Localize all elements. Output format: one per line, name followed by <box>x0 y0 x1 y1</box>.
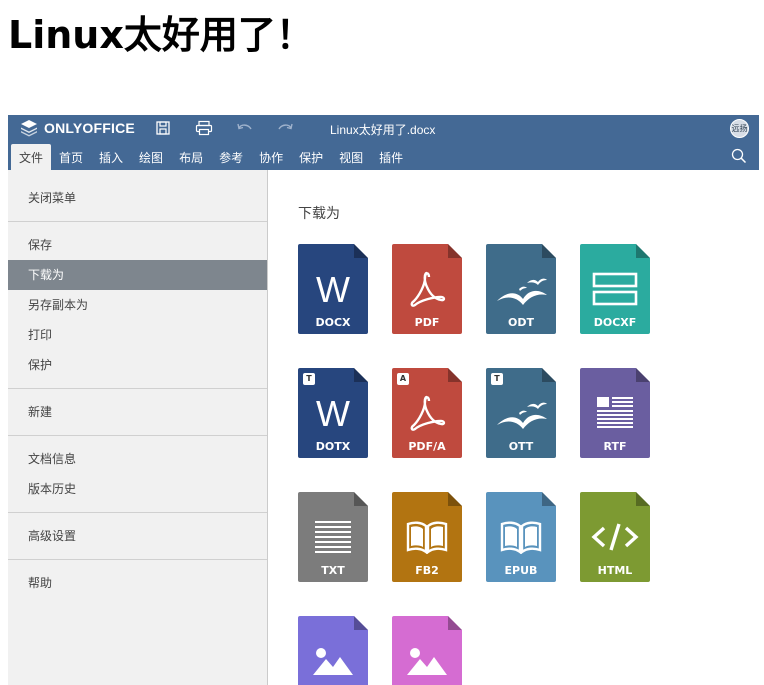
format-ott-button[interactable]: T OTT <box>486 368 556 458</box>
form-glyph-icon <box>580 266 650 312</box>
search-icon[interactable] <box>731 148 747 168</box>
save-icon[interactable] <box>155 120 173 138</box>
sidebar-item-document-info[interactable]: 文档信息 <box>8 444 267 474</box>
format-fb2-button[interactable]: FB2 <box>392 492 462 582</box>
divider <box>8 435 267 436</box>
sidebar-item-save-copy-as[interactable]: 另存副本为 <box>8 290 267 320</box>
format-html-button[interactable]: HTML <box>580 492 650 582</box>
format-label: TXT <box>321 564 345 577</box>
tab-layout[interactable]: 布局 <box>171 144 211 170</box>
format-image-12-button[interactable] <box>298 616 368 685</box>
svg-text:W: W <box>316 269 350 309</box>
onlyoffice-window: ONLYOFFICE Linux太好用了.docx 远扬 文件 首页 插入 绘图… <box>8 115 759 685</box>
tab-home[interactable]: 首页 <box>51 144 91 170</box>
template-badge: T <box>303 373 315 385</box>
divider <box>8 559 267 560</box>
format-label: PDF/A <box>408 440 446 453</box>
format-label: DOTX <box>315 440 351 453</box>
tab-plugins[interactable]: 插件 <box>371 144 411 170</box>
format-label: DOCXF <box>593 316 637 329</box>
format-label: DOCX <box>315 316 351 329</box>
tab-draw[interactable]: 绘图 <box>131 144 171 170</box>
svg-text:W: W <box>316 393 350 433</box>
format-label: RTF <box>603 440 627 453</box>
brand-logo: ONLYOFFICE <box>20 119 135 137</box>
format-label: ODT <box>508 316 534 329</box>
book-glyph-icon <box>392 514 462 560</box>
divider <box>8 221 267 222</box>
pdf-glyph-icon <box>392 266 462 312</box>
format-label: PDF <box>414 316 440 329</box>
template-badge: A <box>397 373 409 385</box>
document-title: Linux太好用了.docx <box>330 123 436 137</box>
format-label: EPUB <box>504 564 538 577</box>
rtf-glyph-icon <box>580 390 650 436</box>
sidebar-item-close-menu[interactable]: 关闭菜单 <box>8 183 267 213</box>
gulls-glyph-icon <box>486 266 556 312</box>
tab-references[interactable]: 参考 <box>211 144 251 170</box>
download-as-panel: 下载为 W DOCX PDF ODT DOCXF W T DOTX A PDF/A T OTT RTF T… <box>268 170 759 685</box>
format-dotx-button[interactable]: W T DOTX <box>298 368 368 458</box>
image-glyph-icon <box>298 638 368 684</box>
user-avatar[interactable]: 远扬 <box>730 119 749 138</box>
sidebar-item-new[interactable]: 新建 <box>8 397 267 427</box>
format-label: FB2 <box>415 564 439 577</box>
format-pdf-button[interactable]: PDF <box>392 244 462 334</box>
tab-insert[interactable]: 插入 <box>91 144 131 170</box>
tab-file[interactable]: 文件 <box>11 144 52 170</box>
tab-collaboration[interactable]: 协作 <box>251 144 291 170</box>
book-glyph-icon <box>486 514 556 560</box>
format-label: HTML <box>597 564 633 577</box>
format-label: OTT <box>508 440 534 453</box>
pdf-glyph-icon <box>392 390 462 436</box>
sidebar-item-advanced-settings[interactable]: 高级设置 <box>8 521 267 551</box>
redo-icon[interactable] <box>276 120 294 138</box>
code-glyph-icon <box>580 514 650 560</box>
print-icon[interactable] <box>195 120 213 138</box>
tab-protection[interactable]: 保护 <box>291 144 331 170</box>
sidebar-item-save[interactable]: 保存 <box>8 230 267 260</box>
format-txt-button[interactable]: TXT <box>298 492 368 582</box>
sidebar-item-help[interactable]: 帮助 <box>8 568 267 598</box>
template-badge: T <box>491 373 503 385</box>
divider <box>8 512 267 513</box>
onlyoffice-logo-icon <box>21 120 37 137</box>
W-glyph-icon: W <box>298 390 368 436</box>
gulls-glyph-icon <box>486 390 556 436</box>
format-odt-button[interactable]: ODT <box>486 244 556 334</box>
tab-view[interactable]: 视图 <box>331 144 371 170</box>
format-docx-button[interactable]: W DOCX <box>298 244 368 334</box>
title-bar: ONLYOFFICE Linux太好用了.docx 远扬 <box>8 115 759 142</box>
sidebar-item-download-as[interactable]: 下载为 <box>8 260 267 290</box>
format-docxf-button[interactable]: DOCXF <box>580 244 650 334</box>
txt-glyph-icon <box>298 514 368 560</box>
undo-icon[interactable] <box>236 120 254 138</box>
sidebar-item-version-history[interactable]: 版本历史 <box>8 474 267 504</box>
sidebar-item-protect[interactable]: 保护 <box>8 350 267 380</box>
menu-tabs: 文件 首页 插入 绘图 布局 参考 协作 保护 视图 插件 <box>8 142 759 170</box>
format-rtf-button[interactable]: RTF <box>580 368 650 458</box>
sidebar-item-print[interactable]: 打印 <box>8 320 267 350</box>
page-heading: Linux太好用了！ <box>8 13 314 57</box>
divider <box>8 388 267 389</box>
format-epub-button[interactable]: EPUB <box>486 492 556 582</box>
image-glyph-icon <box>392 638 462 684</box>
format-image-13-button[interactable] <box>392 616 462 685</box>
format-pdf-a-button[interactable]: A PDF/A <box>392 368 462 458</box>
panel-title: 下载为 <box>298 206 340 222</box>
W-glyph-icon: W <box>298 266 368 312</box>
brand-name: ONLYOFFICE <box>44 120 135 136</box>
file-menu-sidebar: 关闭菜单 保存 下载为 另存副本为 打印 保护 新建 文档信息 版本历史 高级设… <box>8 170 268 685</box>
